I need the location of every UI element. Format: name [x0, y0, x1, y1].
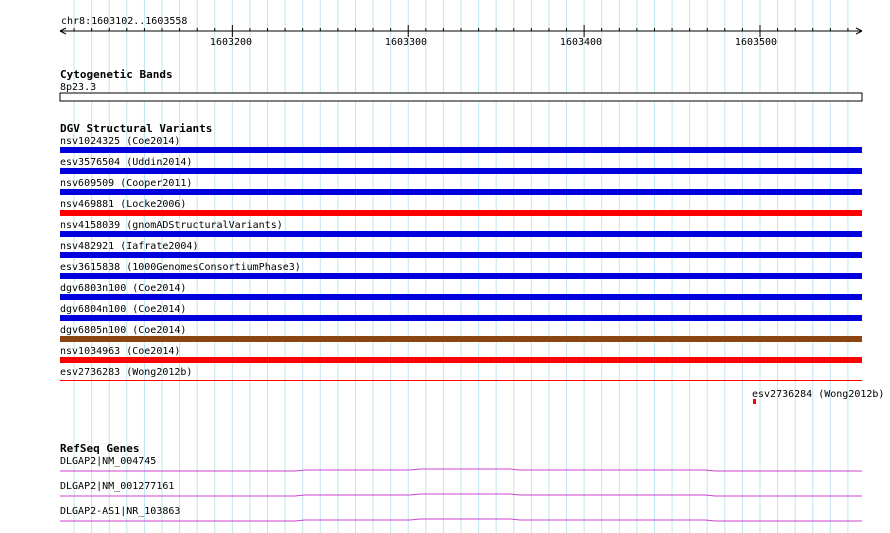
- ruler-region-label: chr8:1603102..1603558: [61, 16, 187, 27]
- dgv-variant-bar[interactable]: [60, 380, 862, 381]
- dgv-variant-bar[interactable]: [60, 294, 862, 300]
- dgv-variant-bar[interactable]: [60, 231, 862, 237]
- dgv-variant-bar[interactable]: [60, 168, 862, 174]
- dgv-variant-label: nsv1034963 (Coe2014): [60, 346, 180, 357]
- ruler-tick-label-1603200: 1603200: [210, 37, 252, 48]
- refseq-gene-label: DLGAP2-AS1|NR_103863: [60, 506, 180, 517]
- dgv-variant-label: dgv6804n100 (Coe2014): [60, 304, 186, 315]
- dgv-variant-bar[interactable]: [60, 357, 862, 363]
- dgv-track-title: DGV Structural Variants: [60, 122, 212, 135]
- refseq-track-title: RefSeq Genes: [60, 442, 139, 455]
- cytoband-bar[interactable]: [59, 92, 863, 102]
- genome-browser-panel: chr8:1603102..1603558 1603200 1603300 16…: [59, 0, 884, 533]
- dgv-variant-label: nsv469881 (Locke2006): [60, 199, 186, 210]
- ruler-tick-label-1603500: 1603500: [735, 37, 777, 48]
- dgv-variant-label: nsv4158039 (gnomADStructuralVariants): [60, 220, 283, 231]
- dgv-variant-bar[interactable]: [60, 315, 862, 321]
- dgv-variant-bar[interactable]: [60, 273, 862, 279]
- dgv-variant-label: dgv6803n100 (Coe2014): [60, 283, 186, 294]
- cytoband-label: 8p23.3: [60, 82, 96, 93]
- dgv-variant-bar[interactable]: [60, 147, 862, 153]
- dgv-variant-label: esv2736283 (Wong2012b): [60, 367, 192, 378]
- dgv-variant-label: dgv6805n100 (Coe2014): [60, 325, 186, 336]
- dgv-variant-label: esv2736284 (Wong2012b): [752, 389, 884, 400]
- dgv-variant-label: esv3615838 (1000GenomesConsortiumPhase3): [60, 262, 301, 273]
- dgv-variant-bar[interactable]: [60, 210, 862, 216]
- ruler-tick-label-1603300: 1603300: [385, 37, 427, 48]
- dgv-variant-bar[interactable]: [753, 399, 756, 404]
- ruler-tick-label-1603400: 1603400: [560, 37, 602, 48]
- dgv-variant-label: nsv609509 (Cooper2011): [60, 178, 192, 189]
- dgv-variant-label: nsv482921 (Iafrate2004): [60, 241, 198, 252]
- refseq-gene-label: DLGAP2|NM_004745: [60, 456, 156, 467]
- refseq-gene-label: DLGAP2|NM_001277161: [60, 481, 174, 492]
- dgv-variant-bar[interactable]: [60, 252, 862, 258]
- cytoband-track-title: Cytogenetic Bands: [60, 68, 173, 81]
- dgv-variant-bar[interactable]: [60, 189, 862, 195]
- dgv-track: DGV Structural Variants nsv1024325 (Coe2…: [60, 122, 884, 404]
- dgv-variant-bar[interactable]: [60, 336, 862, 342]
- dgv-variant-label: nsv1024325 (Coe2014): [60, 136, 180, 147]
- dgv-variant-label: esv3576504 (Uddin2014): [60, 157, 192, 168]
